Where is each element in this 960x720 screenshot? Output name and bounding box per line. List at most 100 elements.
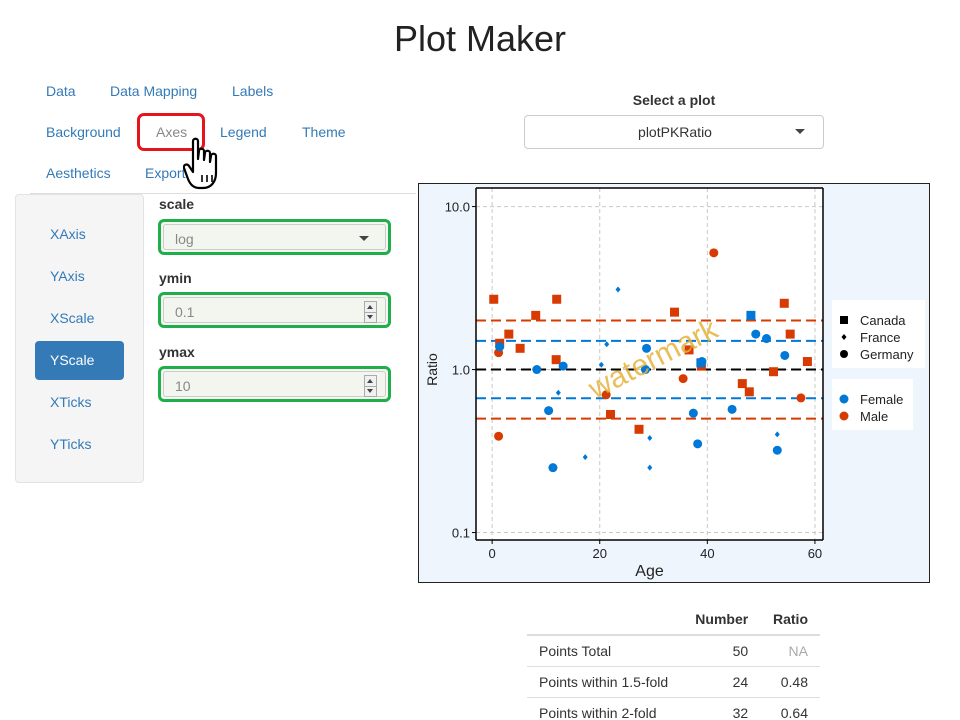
table-row: Points within 2-fold 32 0.64 [527, 697, 820, 720]
row-number: 50 [682, 635, 761, 667]
data-point [709, 248, 719, 258]
tab-labels[interactable]: Labels [232, 83, 273, 99]
scale-select-value: log [175, 231, 194, 247]
data-point [605, 409, 615, 419]
tab-legend[interactable]: Legend [220, 124, 267, 140]
tab-aesthetics[interactable]: Aesthetics [46, 165, 111, 181]
data-point [779, 298, 789, 308]
data-point [515, 343, 525, 353]
y-tick-label: 10.0 [445, 200, 470, 215]
data-point [693, 439, 703, 449]
x-tick-label: 40 [700, 546, 714, 561]
tab-theme[interactable]: Theme [302, 124, 346, 140]
y-axis-title: Ratio [424, 353, 440, 386]
ymax-input-value: 10 [175, 378, 191, 394]
data-point [532, 365, 542, 375]
select-plot-label: Select a plot [632, 92, 716, 108]
x-tick-label: 60 [808, 546, 822, 561]
data-point [785, 329, 795, 339]
data-point [531, 310, 541, 320]
legend-color-icon [839, 394, 849, 404]
data-point [634, 424, 644, 434]
data-point [551, 355, 561, 365]
row-label: Points Total [527, 635, 683, 667]
data-point [751, 329, 761, 339]
side-nav-yscale[interactable]: YScale [35, 341, 124, 380]
data-point [780, 350, 790, 360]
row-label: Points within 1.5-fold [527, 666, 683, 698]
data-point [727, 404, 737, 414]
data-point [544, 406, 554, 416]
legend-label: Canada [860, 313, 906, 328]
legend-circle-icon [840, 350, 848, 358]
hand-pointer-icon [183, 137, 218, 190]
x-tick-label: 20 [593, 546, 607, 561]
chevron-down-icon [359, 236, 369, 241]
plot-select[interactable]: plotPKRatio [524, 115, 824, 149]
plot-panel: watermark 0 20 40 60 0.1 1.0 10.0 Age Ratio Canada… [418, 183, 930, 583]
side-nav-xticks[interactable]: XTicks [35, 383, 124, 422]
ymin-label: ymin [159, 270, 192, 286]
tab-data[interactable]: Data [46, 83, 76, 99]
legend-label: Female [860, 392, 903, 407]
side-nav-yticks[interactable]: YTicks [35, 425, 124, 464]
data-point [489, 294, 499, 304]
data-point [697, 357, 707, 367]
ymin-input-value: 0.1 [175, 304, 195, 320]
row-number: 24 [682, 666, 761, 698]
legend-square-icon [840, 316, 848, 324]
data-point [670, 307, 680, 317]
ymax-input[interactable]: 10 [158, 366, 391, 402]
table-row: Points Total 50 NA [527, 635, 820, 667]
table-header-blank [527, 604, 683, 636]
app-title: Plot Maker [393, 18, 567, 59]
legend-color-icon [839, 411, 849, 421]
y-tick-label: 1.0 [452, 363, 470, 378]
y-tick-label: 0.1 [452, 526, 470, 541]
tab-background[interactable]: Background [46, 124, 121, 140]
ratio-scatter-chart: watermark0 20 40 600.11.010.0AgeRatioCanada… [424, 187, 925, 580]
data-point [769, 367, 779, 377]
data-point [744, 387, 754, 397]
row-ratio: NA [760, 635, 820, 667]
data-point [494, 431, 504, 441]
side-nav-xaxis[interactable]: XAxis [35, 215, 124, 254]
data-point [552, 294, 562, 304]
table-header-number: Number [682, 604, 761, 636]
data-point [504, 329, 514, 339]
row-ratio: 0.64 [760, 697, 820, 720]
row-ratio: 0.48 [760, 666, 820, 698]
data-point [802, 357, 812, 367]
ymin-input[interactable]: 0.1 [158, 292, 391, 328]
legend-label: Male [860, 409, 888, 424]
ymin-spinner-icon[interactable] [364, 301, 377, 323]
table-header-ratio: Ratio [760, 604, 820, 636]
scale-label: scale [159, 196, 195, 212]
ymax-label: ymax [159, 344, 195, 360]
data-point [762, 334, 772, 344]
table-header-row: Number Ratio [527, 604, 820, 636]
x-tick-label: 0 [489, 546, 496, 561]
data-point [495, 342, 505, 352]
legend-label: Germany [860, 347, 914, 362]
data-point [772, 445, 782, 455]
summary-table: Number Ratio Points Total 50 NA Points w… [527, 604, 820, 720]
data-point [678, 374, 688, 384]
side-nav-xscale[interactable]: XScale [35, 299, 124, 338]
scale-select[interactable]: log [158, 219, 391, 255]
row-number: 32 [682, 697, 761, 720]
data-point [548, 463, 558, 473]
side-nav-yaxis[interactable]: YAxis [35, 257, 124, 296]
table-row: Points within 1.5-fold 24 0.48 [527, 666, 820, 698]
tab-data-mapping[interactable]: Data Mapping [110, 83, 197, 99]
chevron-down-icon [795, 129, 805, 134]
legend-label: France [860, 330, 900, 345]
ymax-spinner-icon[interactable] [364, 375, 377, 397]
x-axis-title: Age [635, 563, 664, 580]
row-label: Points within 2-fold [527, 697, 683, 720]
tab-export[interactable]: Export [145, 165, 185, 181]
data-point [796, 393, 806, 403]
plot-select-value: plotPKRatio [638, 124, 712, 140]
data-point [737, 379, 747, 389]
data-point [688, 408, 698, 418]
